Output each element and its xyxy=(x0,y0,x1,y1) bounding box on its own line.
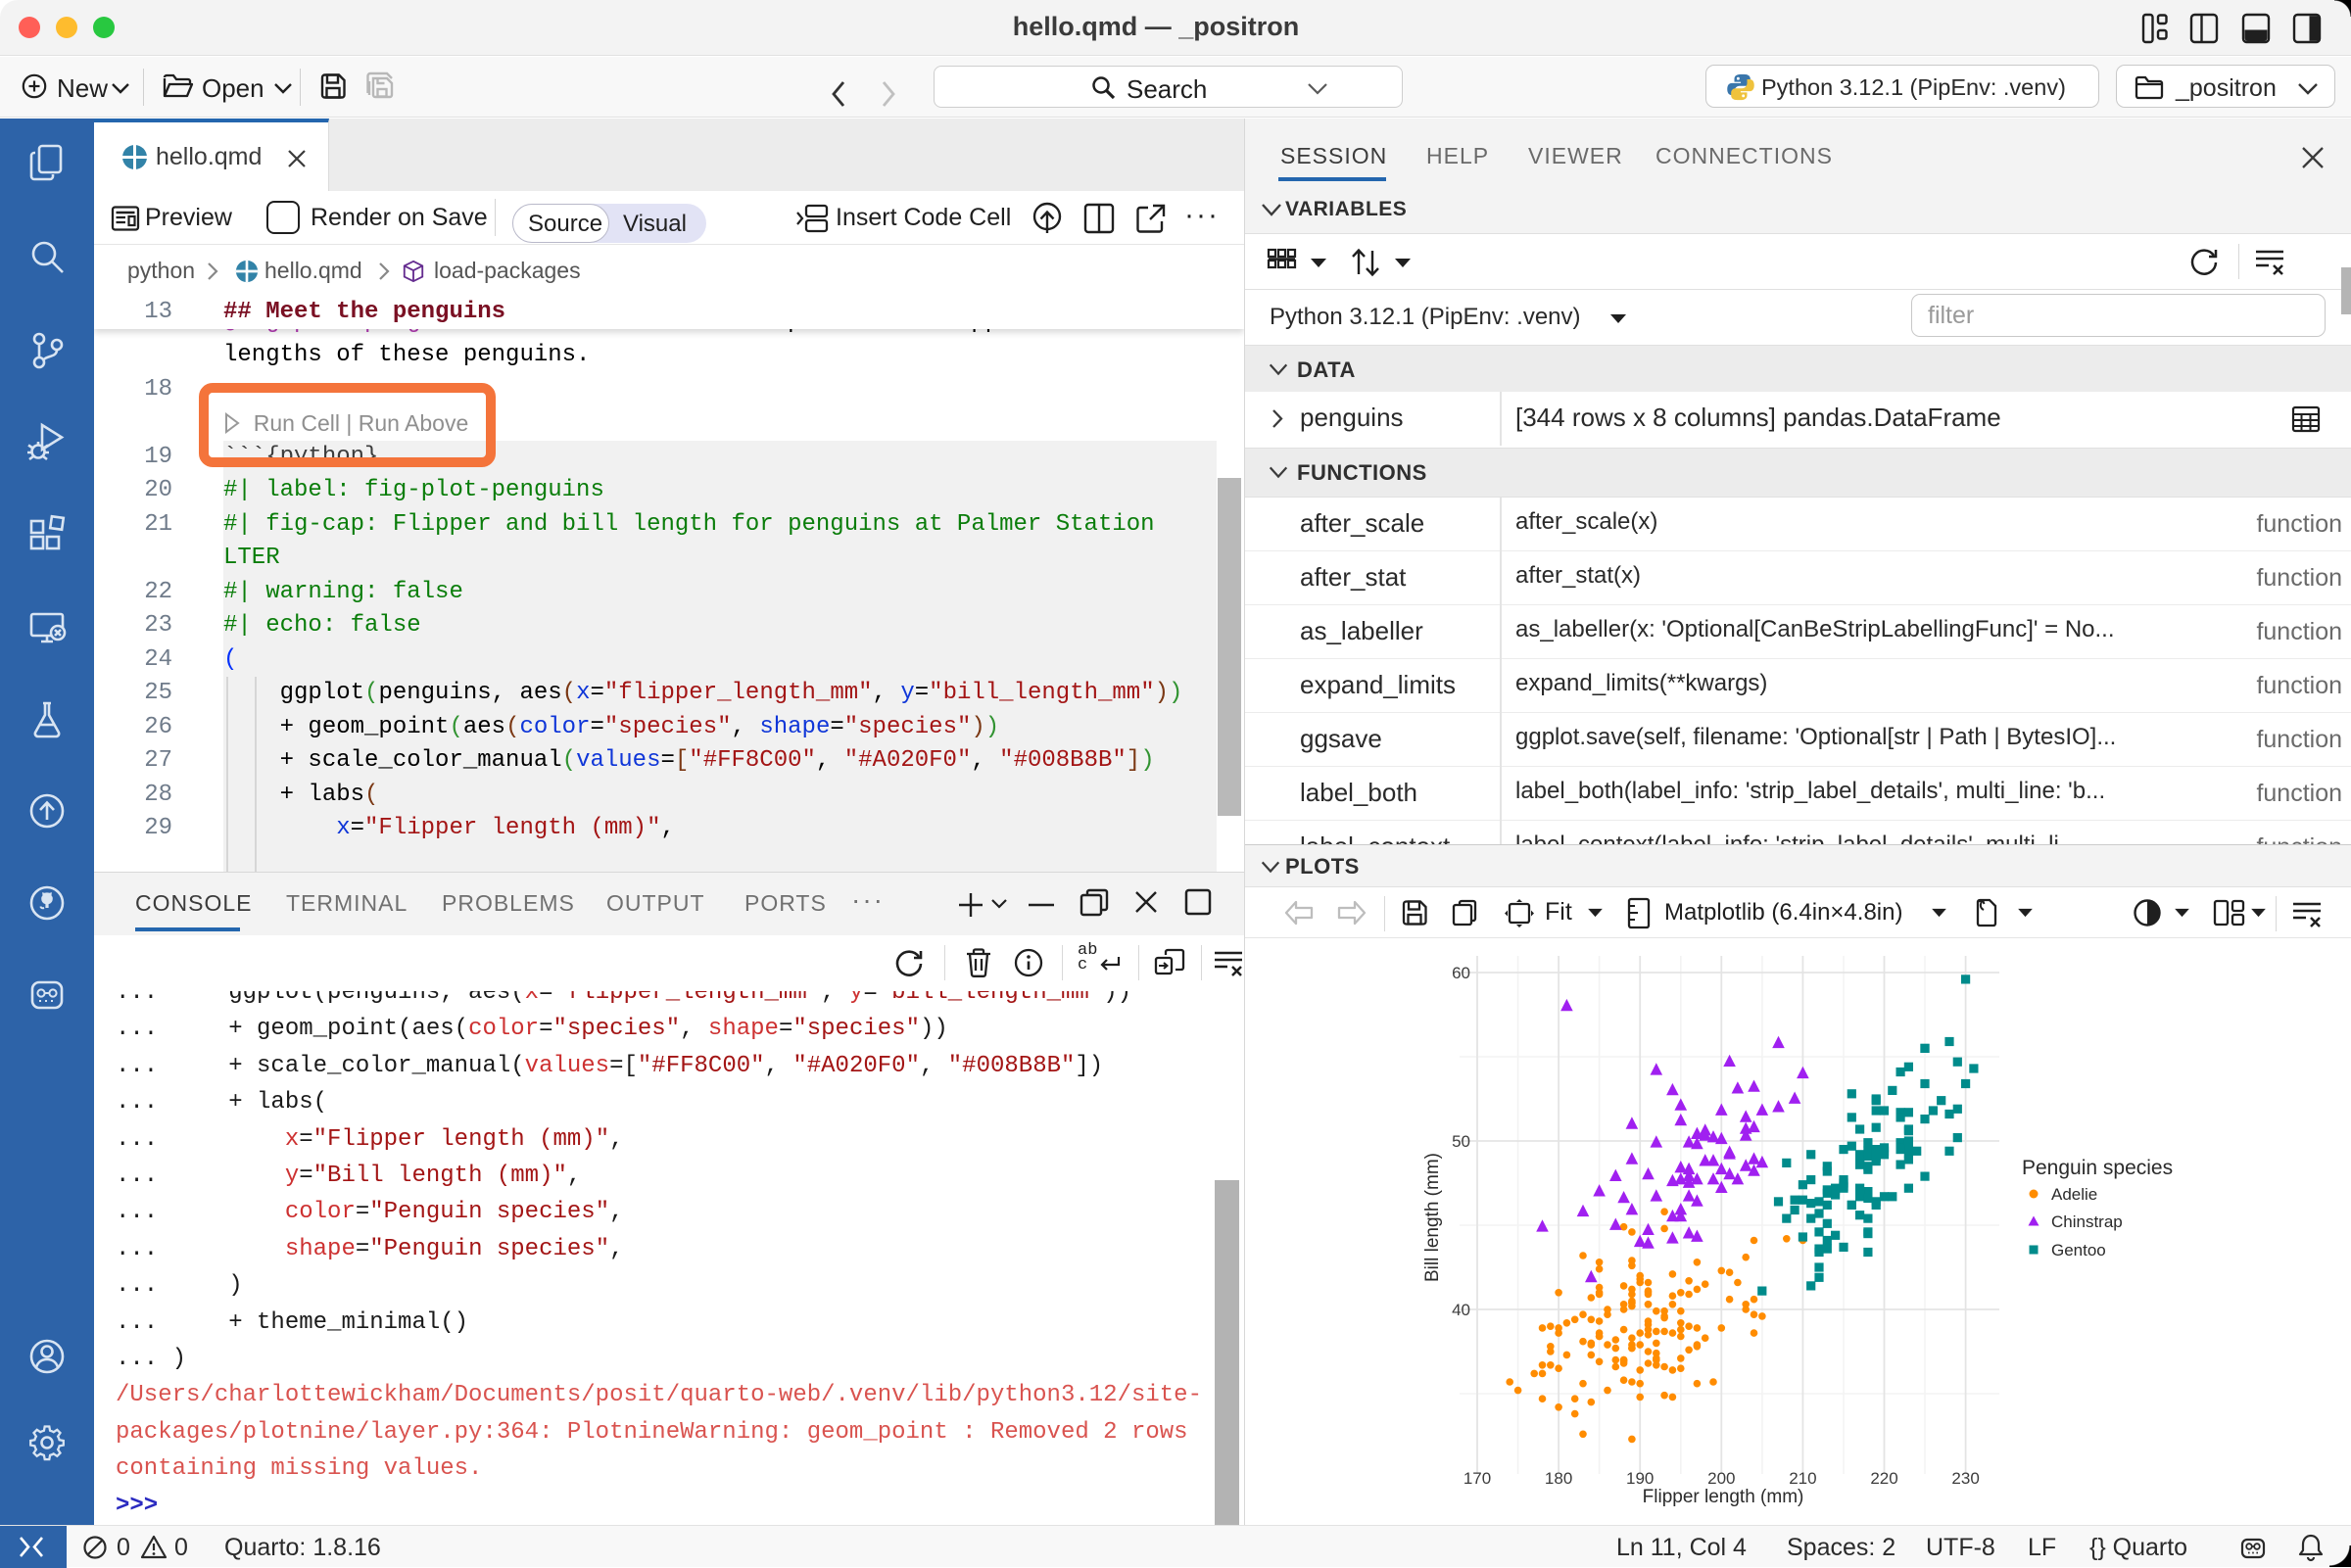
svg-text:Bill length (mm): Bill length (mm) xyxy=(1422,1153,1443,1282)
svg-text:220: 220 xyxy=(1870,1469,1897,1488)
svg-text:50: 50 xyxy=(1452,1132,1470,1151)
svg-text:Penguin species: Penguin species xyxy=(2022,1157,2173,1179)
svg-text:Gentoo: Gentoo xyxy=(2051,1241,2106,1259)
svg-text:Adelie: Adelie xyxy=(2051,1185,2097,1204)
svg-text:230: 230 xyxy=(1951,1469,1979,1488)
svg-text:180: 180 xyxy=(1545,1469,1572,1488)
svg-text:210: 210 xyxy=(1789,1469,1816,1488)
svg-text:170: 170 xyxy=(1463,1469,1491,1488)
svg-text:40: 40 xyxy=(1452,1301,1470,1319)
svg-text:190: 190 xyxy=(1626,1469,1654,1488)
svg-text:Chinstrap: Chinstrap xyxy=(2051,1212,2123,1231)
svg-text:Flipper length (mm): Flipper length (mm) xyxy=(1643,1487,1804,1507)
svg-text:200: 200 xyxy=(1707,1469,1735,1488)
svg-text:60: 60 xyxy=(1452,964,1470,982)
